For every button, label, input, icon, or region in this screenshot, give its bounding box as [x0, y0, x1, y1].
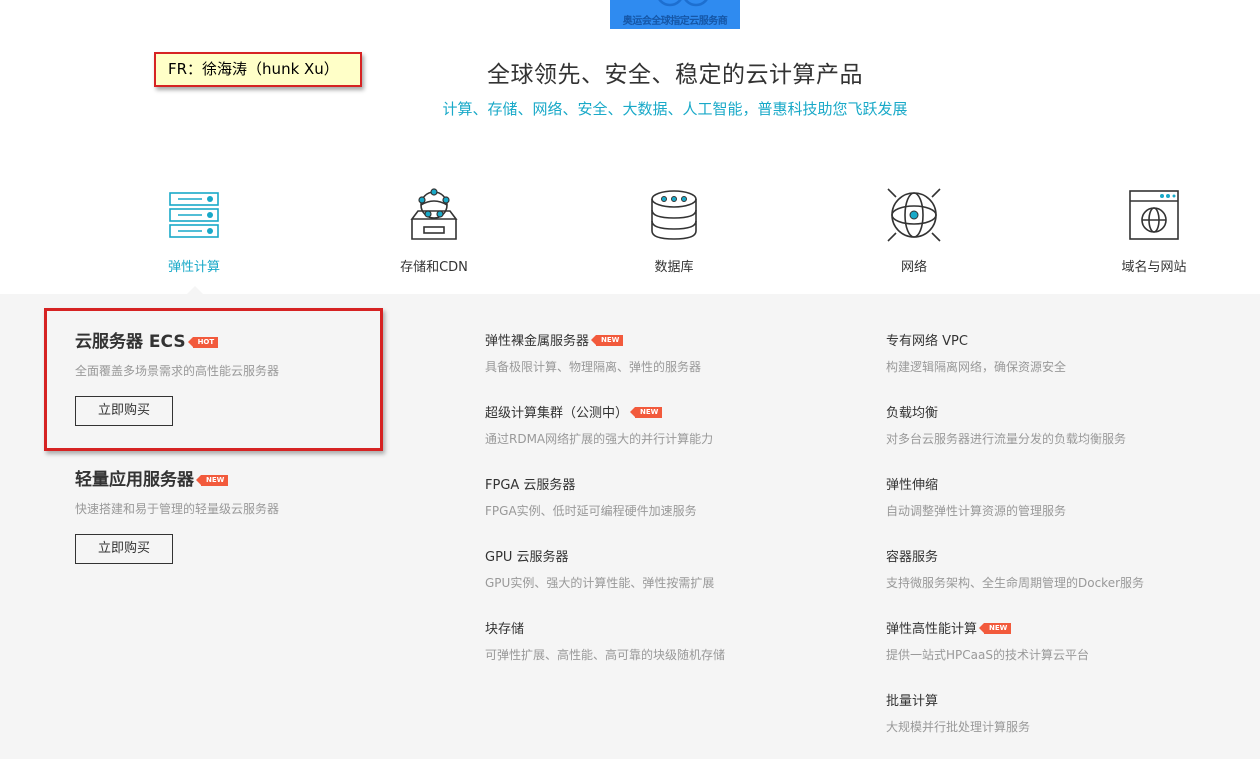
tab-elastic-computing[interactable]: 弹性计算: [114, 187, 274, 287]
buy-now-button[interactable]: 立即购买: [75, 534, 173, 564]
list-item: 专有网络 VPC 构建逻辑隔离网络，确保资源安全: [886, 330, 1226, 375]
list-item: 弹性伸缩 自动调整弹性计算资源的管理服务: [886, 474, 1226, 519]
list-item: 批量计算 大规模并行批处理计算服务: [886, 690, 1226, 735]
rings-logo-icon: [658, 0, 708, 7]
top-banner[interactable]: 奥运会全球指定云服务商: [610, 0, 740, 29]
product-name-link[interactable]: GPU 云服务器: [485, 546, 569, 565]
tab-label: 弹性计算: [167, 260, 220, 275]
product-name-link[interactable]: 批量计算: [886, 690, 938, 709]
product-desc: 构建逻辑隔离网络，确保资源安全: [886, 360, 1067, 374]
list-item: FPGA 云服务器 FPGA实例、低时延可编程硬件加速服务: [485, 474, 825, 519]
page-subtitle: 计算、存储、网络、安全、大数据、人工智能，普惠科技助您飞跃发展: [442, 100, 908, 118]
list-item: 弹性裸金属服务器 NEW 具备极限计算、物理隔离、弹性的服务器: [485, 330, 825, 375]
tab-label: 网络: [900, 260, 927, 275]
tab-domain-website[interactable]: 域名与网站: [1074, 187, 1234, 287]
new-badge: NEW: [978, 623, 1012, 634]
annotation-highlight-box: [44, 308, 383, 451]
product-name-link[interactable]: 专有网络 VPC: [886, 330, 968, 349]
list-item: GPU 云服务器 GPU实例、强大的计算性能、弹性按需扩展: [485, 546, 825, 591]
product-name-link[interactable]: 负载均衡: [886, 402, 938, 421]
product-name-link[interactable]: 弹性伸缩: [886, 474, 938, 493]
product-desc: FPGA实例、低时延可编程硬件加速服务: [485, 504, 697, 518]
server-rack-icon: [169, 192, 219, 238]
active-tab-pointer: [186, 286, 204, 295]
banner-text: 奥运会全球指定云服务商: [622, 16, 728, 27]
tab-network[interactable]: 网络: [834, 187, 994, 287]
product-desc: 快速搭建和易于管理的轻量级云服务器: [75, 502, 280, 516]
product-name-link[interactable]: 超级计算集群（公测中）: [485, 402, 628, 421]
product-desc: 具备极限计算、物理隔离、弹性的服务器: [485, 360, 702, 374]
product-desc: 自动调整弹性计算资源的管理服务: [886, 504, 1067, 518]
new-badge: NEW: [629, 407, 663, 418]
product-desc: 支持微服务架构、全生命周期管理的Docker服务: [886, 576, 1145, 590]
product-desc: 对多台云服务器进行流量分发的负载均衡服务: [886, 432, 1127, 446]
product-desc: 大规模并行批处理计算服务: [886, 720, 1031, 734]
product-name-link[interactable]: 块存储: [485, 618, 524, 637]
storage-box-icon: [410, 188, 458, 240]
globe-network-icon: [887, 188, 941, 242]
page-title: 全球领先、安全、稳定的云计算产品: [487, 62, 863, 88]
website-globe-icon: [1129, 190, 1179, 240]
list-item: 弹性高性能计算 NEW 提供一站式HPCaaS的技术计算云平台: [886, 618, 1226, 663]
product-name-link[interactable]: 弹性高性能计算: [886, 618, 977, 637]
tab-storage-cdn[interactable]: 存储和CDN: [354, 187, 514, 287]
new-badge: NEW: [195, 475, 229, 486]
tab-label: 域名与网站: [1121, 260, 1187, 275]
tab-database[interactable]: 数据库: [594, 187, 754, 287]
list-item: 容器服务 支持微服务架构、全生命周期管理的Docker服务: [886, 546, 1226, 591]
product-name-link[interactable]: 弹性裸金属服务器: [485, 330, 589, 349]
list-item: 块存储 可弹性扩展、高性能、高可靠的块级随机存储: [485, 618, 825, 663]
product-name-link[interactable]: FPGA 云服务器: [485, 474, 575, 493]
product-name-link[interactable]: 容器服务: [886, 546, 938, 565]
category-tabs: 弹性计算 存储和CDN 数据库 网络 域名与网站: [74, 187, 1234, 294]
product-name-link[interactable]: 轻量应用服务器: [75, 465, 194, 490]
new-badge: NEW: [590, 335, 624, 346]
featured-product-lightweight: 轻量应用服务器 NEW 快速搭建和易于管理的轻量级云服务器 立即购买: [75, 465, 375, 564]
product-desc: 可弹性扩展、高性能、高可靠的块级随机存储: [485, 648, 726, 662]
product-desc: 提供一站式HPCaaS的技术计算云平台: [886, 648, 1089, 662]
product-desc: 通过RDMA网络扩展的强大的并行计算能力: [485, 432, 714, 446]
list-item: 超级计算集群（公测中） NEW 通过RDMA网络扩展的强大的并行计算能力: [485, 402, 825, 447]
product-desc: GPU实例、强大的计算性能、弹性按需扩展: [485, 576, 715, 590]
page-root: 奥运会全球指定云服务商 FR：徐海涛（hunk Xu） 全球领先、安全、稳定的云…: [0, 0, 1260, 759]
list-item: 负载均衡 对多台云服务器进行流量分发的负载均衡服务: [886, 402, 1226, 447]
tab-label: 数据库: [654, 260, 694, 275]
tab-label: 存储和CDN: [400, 260, 468, 275]
database-icon: [651, 190, 697, 240]
